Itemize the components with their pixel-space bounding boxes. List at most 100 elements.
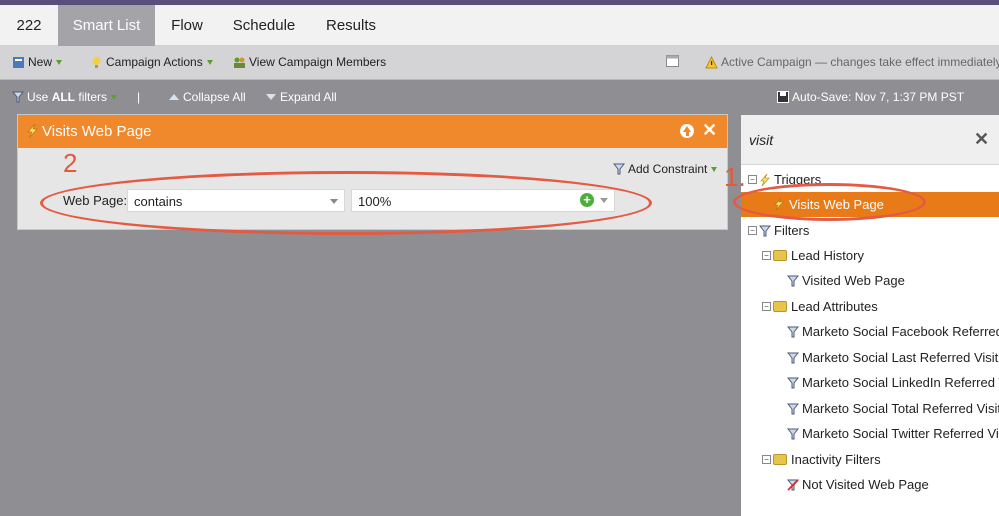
view-members-label: View Campaign Members xyxy=(249,55,387,69)
autosave-status: Auto-Save: Nov 7, 1:37 PM PST xyxy=(777,90,964,104)
new-button[interactable]: New xyxy=(12,55,63,69)
funnel-icon xyxy=(12,91,24,103)
operator-select[interactable]: contains xyxy=(127,189,345,212)
collapse-toggle-icon[interactable]: − xyxy=(762,455,771,464)
filters-label: Filters xyxy=(774,223,810,238)
search-box[interactable]: visit ✕ xyxy=(741,115,999,165)
warning-icon xyxy=(705,55,718,68)
tree-item-not-visited-web-page[interactable]: Not Visited Web Page xyxy=(787,477,929,492)
tab-222[interactable]: 222 xyxy=(0,5,58,46)
use-prefix: Use xyxy=(27,90,49,104)
selected-trigger-label: Visits Web Page xyxy=(789,197,884,212)
chevron-down-icon[interactable] xyxy=(600,198,608,203)
funnel-icon xyxy=(787,403,799,414)
tree-item-attr[interactable]: Marketo Social LinkedIn Referred V xyxy=(787,375,999,390)
clear-search-icon[interactable]: ✕ xyxy=(974,129,989,150)
window-icon[interactable] xyxy=(666,55,679,67)
collapse-toggle-icon[interactable]: − xyxy=(748,175,757,184)
chevron-down-icon xyxy=(111,94,118,100)
folder-icon xyxy=(773,301,787,312)
collapse-toggle-icon[interactable]: − xyxy=(748,226,757,235)
lead-history-label: Lead History xyxy=(791,248,864,263)
members-icon xyxy=(234,57,245,68)
tab-flow[interactable]: Flow xyxy=(155,5,219,46)
chevron-down-icon xyxy=(711,166,718,172)
funnel-icon xyxy=(787,352,799,363)
trigger-bolt-icon xyxy=(760,173,770,186)
tree-item-attr[interactable]: Marketo Social Twitter Referred Vi xyxy=(787,426,999,441)
main-toolbar: New Campaign Actions View Campaign Membe… xyxy=(0,46,999,80)
not-visited-web-page-label: Not Visited Web Page xyxy=(802,477,929,492)
funnel-icon xyxy=(787,377,799,388)
tab-smart-list[interactable]: Smart List xyxy=(58,5,155,46)
new-icon xyxy=(13,56,24,68)
attr-label: Marketo Social LinkedIn Referred V xyxy=(802,375,999,390)
tree-node-lead-attributes[interactable]: − Lead Attributes xyxy=(762,299,878,314)
attr-label: Marketo Social Facebook Referred xyxy=(802,324,999,339)
folder-icon xyxy=(773,250,787,261)
chevron-down-icon xyxy=(330,199,338,204)
not-funnel-icon xyxy=(787,478,799,491)
web-page-value-field[interactable]: 100% + xyxy=(351,189,615,212)
tree-item-visits-web-page[interactable]: Visits Web Page xyxy=(741,192,999,217)
campaign-actions-label: Campaign Actions xyxy=(106,55,203,69)
tab-results[interactable]: Results xyxy=(309,5,393,46)
save-icon xyxy=(777,91,789,103)
tree-node-filters[interactable]: − Filters xyxy=(748,223,809,238)
funnel-icon xyxy=(613,163,625,175)
use-all-filters-button[interactable]: Use ALL filters xyxy=(12,90,118,104)
funnel-icon xyxy=(787,428,799,439)
collapse-toggle-icon[interactable]: − xyxy=(762,251,771,260)
lightbulb-icon xyxy=(92,56,101,68)
trigger-panel-header: Visits Web Page ✕ xyxy=(18,115,727,148)
tree-node-inactivity-filters[interactable]: − Inactivity Filters xyxy=(762,452,881,467)
expand-all-button[interactable]: Expand All xyxy=(266,90,337,104)
chevron-down-icon xyxy=(206,59,213,65)
tree-item-attr[interactable]: Marketo Social Facebook Referred xyxy=(787,324,999,339)
trigger-bolt-icon xyxy=(27,124,38,138)
operator-value: contains xyxy=(134,194,183,209)
add-constraint-label: Add Constraint xyxy=(628,162,708,176)
lead-attributes-label: Lead Attributes xyxy=(791,299,878,314)
attr-label: Marketo Social Total Referred Visit xyxy=(802,401,999,416)
use-all-bold: ALL xyxy=(51,90,76,104)
attr-label: Marketo Social Twitter Referred Vi xyxy=(802,426,999,441)
move-up-icon[interactable] xyxy=(680,124,694,138)
funnel-icon xyxy=(787,326,799,337)
funnel-icon xyxy=(787,275,799,286)
expand-all-label: Expand All xyxy=(280,90,337,104)
expand-icon xyxy=(266,94,276,100)
trigger-panel: Visits Web Page ✕ Add Constraint xyxy=(17,114,728,230)
trigger-bolt-icon xyxy=(774,198,784,210)
tree-item-attr[interactable]: Marketo Social Total Referred Visit xyxy=(787,401,999,416)
view-campaign-members-button[interactable]: View Campaign Members xyxy=(233,55,386,69)
new-label: New xyxy=(28,55,53,69)
web-page-label: Web Page: xyxy=(63,193,128,208)
search-input[interactable]: visit xyxy=(749,132,773,148)
attr-label: Marketo Social Last Referred Visit xyxy=(802,350,999,365)
trigger-panel-title: Visits Web Page xyxy=(42,123,152,140)
annotation-step-1: 1. xyxy=(724,162,746,192)
chevron-down-icon xyxy=(56,59,63,65)
add-constraint-button[interactable]: Add Constraint xyxy=(613,162,718,176)
campaign-status: Active Campaign — changes take effect im… xyxy=(705,55,999,69)
autosave-text: Auto-Save: Nov 7, 1:37 PM PST xyxy=(792,90,965,104)
collapse-toggle-icon[interactable]: − xyxy=(762,302,771,311)
tree-item-attr[interactable]: Marketo Social Last Referred Visit xyxy=(787,350,998,365)
folder-icon xyxy=(773,454,787,465)
tree-item-visited-web-page[interactable]: Visited Web Page xyxy=(787,273,905,288)
inactivity-filters-label: Inactivity Filters xyxy=(791,452,881,467)
close-icon[interactable]: ✕ xyxy=(702,120,717,140)
tree-node-lead-history[interactable]: − Lead History xyxy=(762,248,864,263)
visited-web-page-label: Visited Web Page xyxy=(802,273,905,288)
collapse-icon xyxy=(169,94,179,100)
campaign-actions-button[interactable]: Campaign Actions xyxy=(90,55,213,69)
web-page-value: 100% xyxy=(358,194,392,209)
collapse-all-button[interactable]: Collapse All xyxy=(169,90,246,104)
tab-bar: 222 Smart List Flow Schedule Results xyxy=(0,5,999,46)
tab-schedule[interactable]: Schedule xyxy=(219,5,309,46)
add-value-icon[interactable]: + xyxy=(580,193,594,207)
annotation-step-2: 2 xyxy=(63,148,78,178)
tree-node-triggers[interactable]: − Triggers xyxy=(748,172,821,187)
funnel-icon xyxy=(759,225,771,236)
